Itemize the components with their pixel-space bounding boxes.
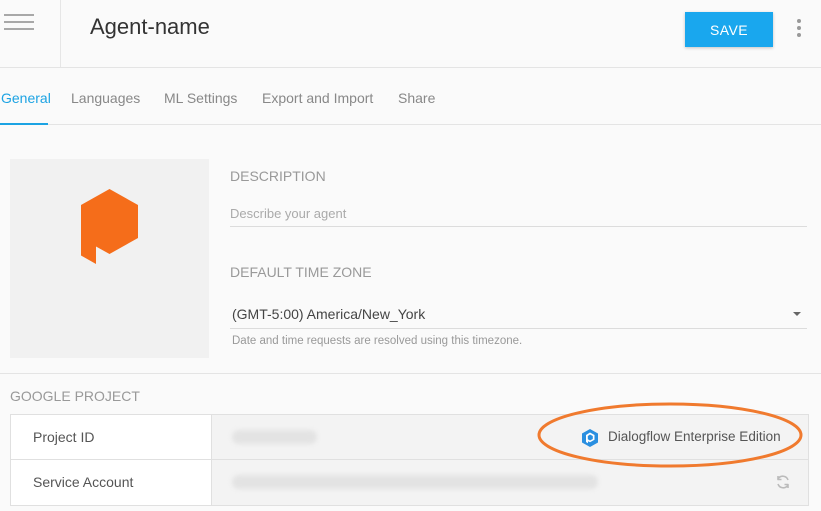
save-button[interactable]: SAVE: [685, 12, 773, 47]
active-tab-indicator: [0, 123, 48, 125]
description-input[interactable]: [230, 201, 807, 227]
refresh-icon[interactable]: [774, 473, 792, 491]
tab-share[interactable]: Share: [398, 89, 435, 107]
service-account-label: Service Account: [33, 474, 134, 490]
tabs-divider: [0, 124, 821, 125]
tab-ml-settings[interactable]: ML Settings: [164, 89, 237, 107]
dialogflow-logo-icon: [81, 189, 138, 264]
caret-down-icon: [793, 312, 801, 316]
timezone-value: (GMT-5:00) America/New_York: [232, 306, 426, 322]
section-divider: [0, 373, 821, 374]
agent-avatar[interactable]: [10, 159, 209, 358]
tab-general[interactable]: General: [1, 89, 51, 107]
table-column-divider: [211, 415, 212, 505]
google-project-title: GOOGLE PROJECT: [10, 388, 140, 404]
highlight-ellipse: [537, 402, 803, 468]
timezone-label: DEFAULT TIME ZONE: [230, 264, 372, 280]
more-vertical-icon[interactable]: [792, 18, 806, 38]
header-divider-line: [0, 67, 821, 68]
hamburger-menu-icon[interactable]: [4, 14, 34, 36]
tab-export-and-import[interactable]: Export and Import: [262, 89, 373, 107]
tab-languages[interactable]: Languages: [71, 89, 140, 107]
timezone-hint: Date and time requests are resolved usin…: [232, 335, 523, 347]
header-divider: [60, 0, 61, 67]
description-label: DESCRIPTION: [230, 168, 326, 184]
project-id-value-redacted: [232, 430, 317, 444]
agent-name-title: Agent-name: [90, 14, 210, 39]
timezone-select[interactable]: (GMT-5:00) America/New_York: [230, 302, 807, 329]
project-id-label: Project ID: [33, 429, 95, 445]
service-account-value-redacted: [232, 475, 598, 489]
